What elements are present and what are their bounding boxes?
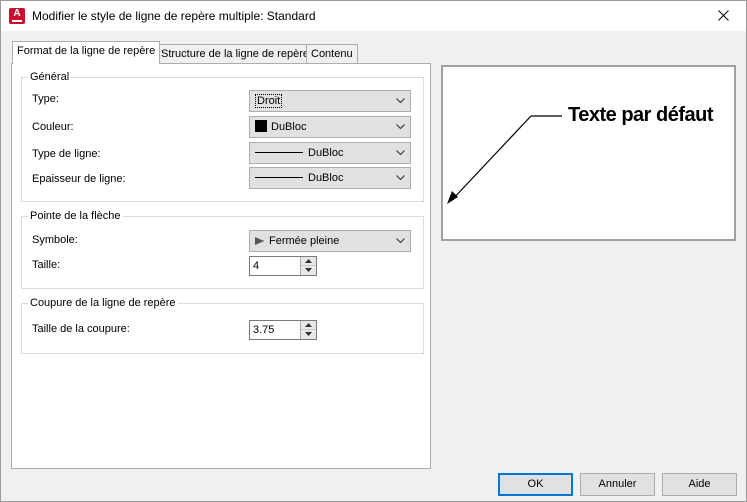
- close-icon: [718, 10, 729, 21]
- tab-format[interactable]: Format de la ligne de repère: [12, 41, 161, 64]
- symbol-value: Fermée pleine: [269, 235, 340, 247]
- triangle-up-icon: [305, 259, 312, 263]
- color-label: Couleur:: [32, 121, 74, 133]
- spin-up-button[interactable]: [301, 257, 316, 266]
- chevron-down-icon: [396, 98, 405, 104]
- break-size-label: Taille de la coupure:: [32, 323, 130, 335]
- cancel-button[interactable]: Annuler: [580, 473, 655, 496]
- triangle-down-icon: [305, 332, 312, 336]
- spin-down-button[interactable]: [301, 330, 316, 339]
- chevron-down-icon: [396, 175, 405, 181]
- spin-down-button[interactable]: [301, 266, 316, 275]
- line-sample: [255, 152, 303, 153]
- line-sample: [255, 177, 303, 178]
- window-title: Modifier le style de ligne de repère mul…: [32, 9, 316, 23]
- type-combo[interactable]: Droit: [249, 90, 411, 112]
- triangle-up-icon: [305, 323, 312, 327]
- lineweight-combo[interactable]: DuBloc: [249, 167, 411, 189]
- tab-content[interactable]: Contenu: [306, 44, 358, 64]
- group-general-label: Général: [28, 70, 72, 84]
- close-button[interactable]: [701, 1, 746, 31]
- chevron-down-icon: [396, 238, 405, 244]
- lineweight-value: DuBloc: [308, 172, 344, 184]
- title-bar: A Modifier le style de ligne de repère m…: [1, 1, 746, 31]
- help-button[interactable]: Aide: [662, 473, 737, 496]
- autocad-icon: A: [9, 8, 25, 24]
- break-size-spinner[interactable]: 3.75: [249, 320, 317, 340]
- group-arrowhead-label: Pointe de la flèche: [28, 209, 123, 223]
- linetype-value: DuBloc: [308, 147, 344, 159]
- leader-preview: Texte par défaut: [441, 65, 736, 241]
- group-arrowhead: Pointe de la flèche: [21, 209, 424, 289]
- triangle-down-icon: [305, 268, 312, 272]
- leader-line-graphic: [447, 115, 562, 204]
- lineweight-label: Epaisseur de ligne:: [32, 173, 126, 185]
- closed-filled-arrow-icon: [255, 237, 264, 245]
- color-combo[interactable]: DuBloc: [249, 116, 411, 138]
- group-landing-break-label: Coupure de la ligne de repère: [28, 296, 178, 310]
- spin-up-button[interactable]: [301, 321, 316, 330]
- linetype-label: Type de ligne:: [32, 148, 101, 160]
- symbol-label: Symbole:: [32, 234, 78, 246]
- break-size-value: 3.75: [253, 324, 275, 336]
- size-value: 4: [253, 260, 260, 272]
- type-value: Droit: [255, 94, 283, 108]
- preview-text: Texte par défaut: [568, 104, 714, 126]
- chevron-down-icon: [396, 124, 405, 130]
- color-value: DuBloc: [271, 121, 307, 133]
- linetype-combo[interactable]: DuBloc: [249, 142, 411, 164]
- size-label: Taille:: [32, 259, 61, 271]
- tab-panel-format: Général Type: Droit Couleur: DuBloc Type…: [11, 63, 431, 469]
- chevron-down-icon: [396, 150, 405, 156]
- symbol-combo[interactable]: Fermée pleine: [249, 230, 411, 252]
- size-spinner[interactable]: 4: [249, 256, 317, 276]
- ok-button[interactable]: OK: [498, 473, 573, 496]
- color-swatch: [255, 120, 267, 132]
- tab-structure[interactable]: Structure de la ligne de repère: [156, 44, 314, 64]
- type-label: Type:: [32, 93, 59, 105]
